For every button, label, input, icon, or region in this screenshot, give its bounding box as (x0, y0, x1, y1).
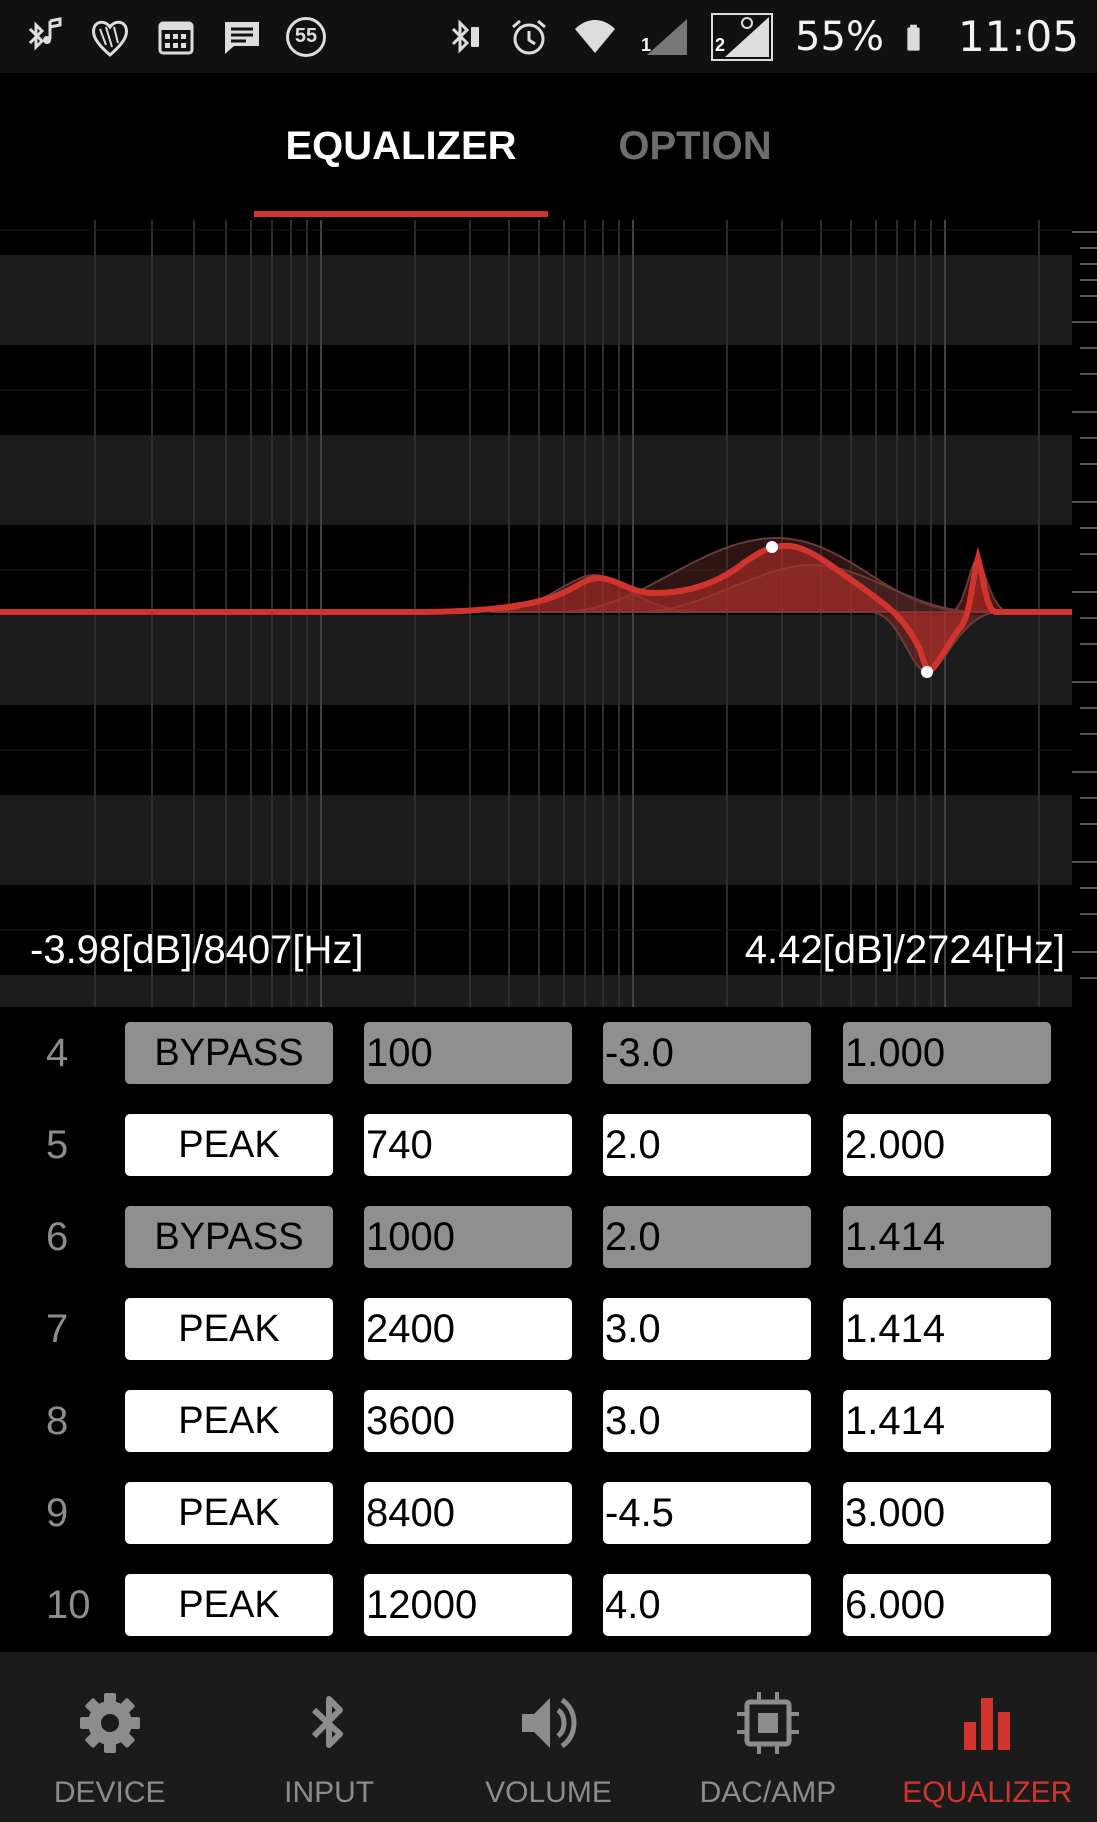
band-q-field[interactable]: 2.000 (843, 1114, 1051, 1176)
notification-icons: 55 (22, 0, 348, 73)
band-row-8: 8 PEAK 3600 3.0 1.414 (0, 1390, 1097, 1452)
band-frequency-field[interactable]: 3600 (364, 1390, 572, 1452)
bluetooth-icon (311, 1696, 344, 1748)
band-number: 9 (46, 1490, 69, 1535)
bluetooth-icon (451, 18, 480, 54)
band-number: 10 (46, 1582, 91, 1627)
band-row-6: 6 BYPASS 1000 2.0 1.414 (0, 1206, 1097, 1268)
band-q-field[interactable]: 1.414 (843, 1206, 1051, 1268)
band-frequency-field[interactable]: 12000 (364, 1574, 572, 1636)
tab-option[interactable]: OPTION (548, 73, 842, 220)
heart-icon (92, 20, 128, 57)
alarm-icon (512, 19, 547, 54)
wifi-icon (575, 19, 616, 53)
chip-icon (736, 1692, 799, 1754)
band-number: 8 (46, 1398, 69, 1443)
band-gain-field[interactable]: 4.0 (603, 1574, 811, 1636)
band-number: 4 (46, 1030, 69, 1075)
message-icon (225, 21, 259, 54)
clock: 11:05 (957, 12, 1079, 61)
band-type-button[interactable]: PEAK (125, 1390, 333, 1452)
band-gain-field[interactable]: 2.0 (603, 1114, 811, 1176)
nav-label: EQUALIZER (902, 1776, 1073, 1809)
band-frequency-field[interactable]: 1000 (364, 1206, 572, 1268)
gear-icon (79, 1693, 140, 1753)
nav-label: DEVICE (53, 1776, 166, 1809)
band-row-7: 7 PEAK 2400 3.0 1.414 (0, 1298, 1097, 1360)
band-number: 5 (46, 1122, 69, 1167)
battery-icon (907, 24, 920, 51)
band-gain-field[interactable]: -3.0 (603, 1022, 811, 1084)
nav-label: VOLUME (485, 1776, 612, 1809)
eq-band-list: 4 BYPASS 100 -3.0 1.000 5 PEAK 740 2.0 2… (0, 1007, 1097, 1652)
band-q-field[interactable]: 1.414 (843, 1298, 1051, 1360)
nav-volume[interactable]: VOLUME (439, 1652, 658, 1822)
band-q-field[interactable]: 6.000 (843, 1574, 1051, 1636)
nav-dac-amp[interactable]: DAC/AMP (658, 1652, 877, 1822)
signal-1-icon: 1 (639, 15, 689, 59)
band-type-button[interactable]: PEAK (125, 1114, 333, 1176)
band-row-10: 10 PEAK 12000 4.0 6.000 (0, 1574, 1097, 1636)
band-gain-field[interactable]: 3.0 (603, 1298, 811, 1360)
nav-label: DAC/AMP (699, 1776, 837, 1809)
band-handle-peak[interactable] (766, 541, 778, 553)
bluetooth-music-icon (28, 16, 62, 51)
nav-input[interactable]: INPUT (219, 1652, 438, 1822)
sim2-label: 2 (715, 34, 726, 55)
sim1-label: 1 (641, 34, 652, 55)
right-handle-readout: 4.42[dB]/2724[Hz] (744, 928, 1065, 972)
tab-bar: EQUALIZER OPTION (0, 73, 1097, 220)
eq-response-graph[interactable]: -3.98[dB]/8407[Hz] 4.42[dB]/2724[Hz] (0, 220, 1097, 1007)
band-gain-field[interactable]: -4.5 (603, 1482, 811, 1544)
band-type-button[interactable]: PEAK (125, 1482, 333, 1544)
signal-2-icon: 2 (711, 12, 774, 61)
band-row-5: 5 PEAK 740 2.0 2.000 (0, 1114, 1097, 1176)
system-icons: 1 2 55% 11:05 (441, 0, 1079, 73)
left-handle-readout: -3.98[dB]/8407[Hz] (30, 928, 364, 972)
nav-label: INPUT (284, 1776, 375, 1809)
band-gain-field[interactable]: 2.0 (603, 1206, 811, 1268)
battery-percent: 55% (795, 13, 884, 60)
equalizer-bars-icon (964, 1698, 1011, 1750)
status-bar: 55 1 2 55% 11:05 (0, 0, 1097, 73)
band-gain-field[interactable]: 3.0 (603, 1390, 811, 1452)
badge-55-icon: 55 (286, 16, 326, 57)
band-type-button[interactable]: PEAK (125, 1574, 333, 1636)
band-frequency-field[interactable]: 100 (364, 1022, 572, 1084)
bottom-navigation: DEVICE INPUT VOLUME DAC/AMP EQUALIZER (0, 1652, 1097, 1822)
calendar-icon (158, 21, 194, 54)
band-frequency-field[interactable]: 8400 (364, 1482, 572, 1544)
nav-equalizer[interactable]: EQUALIZER (878, 1652, 1097, 1822)
band-q-field[interactable]: 1.414 (843, 1390, 1051, 1452)
band-handle-dip[interactable] (921, 666, 933, 678)
nav-device[interactable]: DEVICE (0, 1652, 219, 1822)
band-frequency-field[interactable]: 740 (364, 1114, 572, 1176)
eq-graph-canvas[interactable] (0, 220, 1097, 1007)
band-frequency-field[interactable]: 2400 (364, 1298, 572, 1360)
band-q-field[interactable]: 1.000 (843, 1022, 1051, 1084)
db-scale-ticks (1072, 231, 1097, 979)
tab-equalizer[interactable]: EQUALIZER (254, 73, 548, 220)
speaker-icon (521, 1697, 577, 1749)
band-type-button[interactable]: BYPASS (125, 1206, 333, 1268)
band-row-4: 4 BYPASS 100 -3.0 1.000 (0, 1022, 1097, 1084)
band-q-field[interactable]: 3.000 (843, 1482, 1051, 1544)
band-type-button[interactable]: PEAK (125, 1298, 333, 1360)
band-type-button[interactable]: BYPASS (125, 1022, 333, 1084)
band-number: 6 (46, 1214, 69, 1259)
band-row-9: 9 PEAK 8400 -4.5 3.000 (0, 1482, 1097, 1544)
band-number: 7 (46, 1306, 69, 1351)
active-tab-indicator (254, 211, 548, 217)
